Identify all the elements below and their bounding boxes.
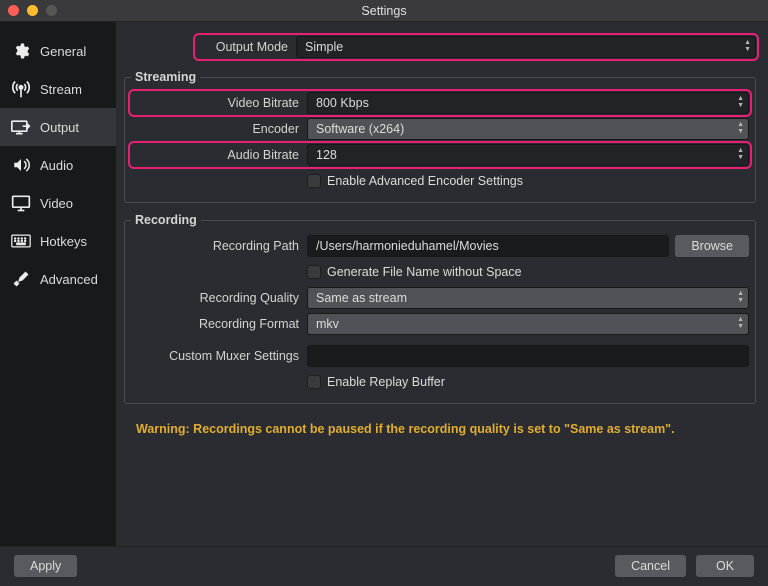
updown-icon: ▲▼: [744, 39, 751, 53]
audio-bitrate-row: Audio Bitrate 128 ▲▼: [131, 144, 749, 166]
sidebar-item-label: Stream: [40, 82, 82, 97]
sidebar-item-audio[interactable]: Audio: [0, 146, 116, 184]
video-bitrate-input[interactable]: 800 Kbps ▲▼: [307, 92, 749, 114]
updown-icon: ▲▼: [737, 290, 744, 304]
filename-checkbox-text: Generate File Name without Space: [327, 265, 522, 279]
titlebar: Settings: [0, 0, 768, 22]
sidebar-item-label: Video: [40, 196, 73, 211]
output-mode-value: Simple: [305, 40, 343, 54]
keyboard-icon: [10, 231, 32, 251]
ok-button[interactable]: OK: [696, 555, 754, 577]
muxer-input[interactable]: [307, 345, 749, 367]
tools-icon: [10, 269, 32, 289]
sidebar-item-label: Output: [40, 120, 79, 135]
replay-buffer-checkbox[interactable]: Enable Replay Buffer: [307, 375, 445, 389]
recording-group: Recording Recording Path /Users/harmonie…: [124, 213, 756, 404]
output-mode-row: Output Mode Simple ▲▼: [196, 36, 756, 58]
audio-bitrate-value: 128: [316, 148, 337, 162]
muxer-label: Custom Muxer Settings: [131, 349, 307, 363]
sidebar-item-video[interactable]: Video: [0, 184, 116, 222]
advanced-encoder-row: Enable Advanced Encoder Settings: [131, 170, 749, 192]
window-controls: [8, 5, 57, 16]
checkbox-icon: [307, 375, 321, 389]
updown-icon[interactable]: ▲▼: [737, 95, 744, 109]
encoder-label: Encoder: [131, 122, 307, 136]
updown-icon: ▲▼: [737, 316, 744, 330]
main-area: General Stream Output Audio Video: [0, 22, 768, 546]
recording-quality-row: Recording Quality Same as stream ▲▼: [131, 287, 749, 309]
muxer-row: Custom Muxer Settings: [131, 345, 749, 367]
sidebar-item-label: Hotkeys: [40, 234, 87, 249]
recording-format-row: Recording Format mkv ▲▼: [131, 313, 749, 335]
recording-path-row: Recording Path /Users/harmonieduhamel/Mo…: [131, 235, 749, 257]
video-bitrate-value: 800 Kbps: [316, 96, 369, 110]
recording-format-label: Recording Format: [131, 317, 307, 331]
warning-text: Warning: Recordings cannot be paused if …: [124, 414, 756, 440]
replay-row: Enable Replay Buffer: [131, 371, 749, 393]
recording-legend: Recording: [131, 213, 201, 227]
checkbox-icon: [307, 265, 321, 279]
updown-icon: ▲▼: [737, 147, 744, 161]
browse-button[interactable]: Browse: [675, 235, 749, 257]
sidebar-item-hotkeys[interactable]: Hotkeys: [0, 222, 116, 260]
gear-icon: [10, 41, 32, 61]
recording-format-value: mkv: [316, 317, 339, 331]
filename-without-space-checkbox[interactable]: Generate File Name without Space: [307, 265, 522, 279]
sidebar-item-general[interactable]: General: [0, 32, 116, 70]
updown-icon: ▲▼: [737, 121, 744, 135]
output-mode-select[interactable]: Simple ▲▼: [296, 36, 756, 58]
recording-quality-value: Same as stream: [316, 291, 407, 305]
video-bitrate-label: Video Bitrate: [131, 96, 307, 110]
minimize-icon[interactable]: [27, 5, 38, 16]
recording-quality-select[interactable]: Same as stream ▲▼: [307, 287, 749, 309]
streaming-group: Streaming Video Bitrate 800 Kbps ▲▼ Enco…: [124, 70, 756, 203]
output-mode-label: Output Mode: [196, 40, 296, 54]
monitor-icon: [10, 193, 32, 213]
encoder-row: Encoder Software (x264) ▲▼: [131, 118, 749, 140]
content-pane: Output Mode Simple ▲▼ Streaming Video Bi…: [116, 22, 768, 546]
cancel-button[interactable]: Cancel: [615, 555, 686, 577]
footer: Apply Cancel OK: [0, 546, 768, 584]
sidebar-item-label: Advanced: [40, 272, 98, 287]
recording-quality-label: Recording Quality: [131, 291, 307, 305]
recording-format-select[interactable]: mkv ▲▼: [307, 313, 749, 335]
monitor-arrow-icon: [10, 117, 32, 137]
audio-bitrate-label: Audio Bitrate: [131, 148, 307, 162]
encoder-value: Software (x264): [316, 122, 404, 136]
apply-button[interactable]: Apply: [14, 555, 77, 577]
video-bitrate-row: Video Bitrate 800 Kbps ▲▼: [131, 92, 749, 114]
speaker-icon: [10, 155, 32, 175]
sidebar-item-label: General: [40, 44, 86, 59]
close-icon[interactable]: [8, 5, 19, 16]
recording-path-input[interactable]: /Users/harmonieduhamel/Movies: [307, 235, 669, 257]
checkbox-icon: [307, 174, 321, 188]
encoder-select[interactable]: Software (x264) ▲▼: [307, 118, 749, 140]
sidebar: General Stream Output Audio Video: [0, 22, 116, 546]
filename-row: Generate File Name without Space: [131, 261, 749, 283]
advanced-encoder-text: Enable Advanced Encoder Settings: [327, 174, 523, 188]
audio-bitrate-select[interactable]: 128 ▲▼: [307, 144, 749, 166]
sidebar-item-label: Audio: [40, 158, 73, 173]
replay-checkbox-text: Enable Replay Buffer: [327, 375, 445, 389]
sidebar-item-stream[interactable]: Stream: [0, 70, 116, 108]
advanced-encoder-checkbox[interactable]: Enable Advanced Encoder Settings: [307, 174, 523, 188]
recording-path-value: /Users/harmonieduhamel/Movies: [316, 239, 499, 253]
sidebar-item-output[interactable]: Output: [0, 108, 116, 146]
streaming-legend: Streaming: [131, 70, 200, 84]
antenna-icon: [10, 79, 32, 99]
sidebar-item-advanced[interactable]: Advanced: [0, 260, 116, 298]
window-title: Settings: [361, 4, 406, 18]
recording-path-label: Recording Path: [131, 239, 307, 253]
maximize-icon: [46, 5, 57, 16]
